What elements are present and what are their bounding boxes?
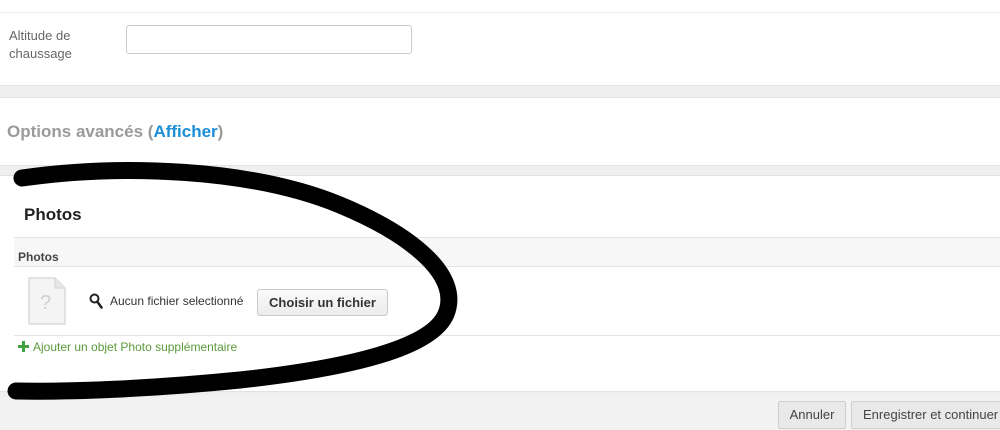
altitude-input[interactable] <box>126 25 412 54</box>
cancel-button[interactable]: Annuler <box>778 401 846 429</box>
options-title-prefix: Options avancés ( <box>7 122 154 141</box>
previous-row-sliver <box>0 0 1000 13</box>
choose-file-button[interactable]: Choisir un fichier <box>257 289 388 316</box>
form-panel-top: Altitude de chaussage <box>0 0 1000 86</box>
photos-column-header: Photos <box>18 250 59 264</box>
options-title-suffix: ) <box>217 122 224 141</box>
photo-file-row: ? Aucun fichier selectionné Choisir un f… <box>14 267 1000 336</box>
footer-action-bar: Annuler Enregistrer et continuer <box>0 396 1000 430</box>
plus-icon <box>18 341 29 352</box>
no-file-status: Aucun fichier selectionné <box>110 294 244 308</box>
file-placeholder-icon: ? <box>28 277 66 325</box>
magnifier-icon[interactable] <box>89 293 103 309</box>
altitude-field-label: Altitude de chaussage <box>9 28 72 61</box>
photos-section-title: Photos <box>24 205 82 224</box>
svg-text:?: ? <box>40 292 51 314</box>
advanced-options-title: Options avancés (Afficher) <box>7 122 223 142</box>
photos-panel: Photos Photos ? Aucun fichier selectionn… <box>0 175 1000 392</box>
add-photo-link[interactable]: Ajouter un objet Photo supplémentaire <box>18 340 237 354</box>
add-photo-label: Ajouter un objet Photo supplémentaire <box>33 340 238 354</box>
save-and-continue-button[interactable]: Enregistrer et continuer <box>851 401 1000 429</box>
advanced-options-panel: Options avancés (Afficher) <box>0 97 1000 166</box>
show-options-link[interactable]: Afficher <box>153 122 217 141</box>
photos-table-header: Photos <box>14 238 1000 267</box>
